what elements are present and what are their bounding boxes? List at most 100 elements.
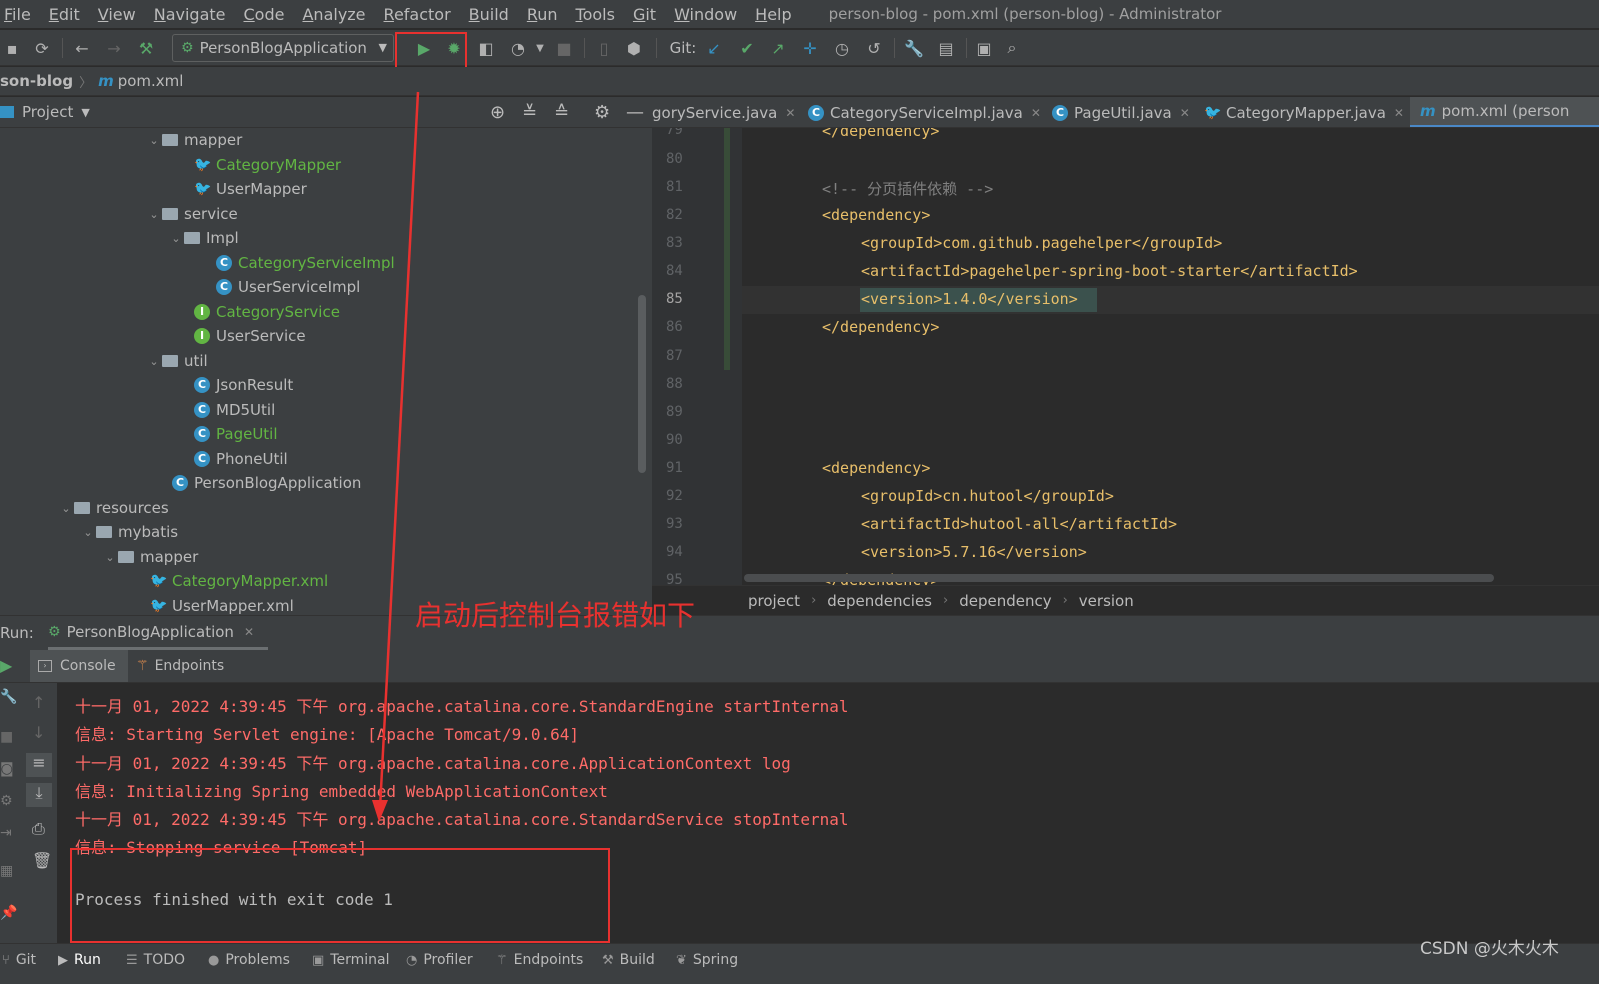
git-update-icon[interactable]: ↙ bbox=[704, 38, 724, 58]
profile-icon[interactable]: ◔ bbox=[508, 38, 528, 58]
menu-git[interactable]: Git bbox=[624, 5, 665, 24]
tool-build[interactable]: ⚒ Build bbox=[602, 950, 655, 970]
run-config-select[interactable]: ⚙ PersonBlogApplication ▼ bbox=[172, 34, 394, 62]
tree-item-user-service[interactable]: I UserService bbox=[194, 324, 306, 348]
menu-view[interactable]: View bbox=[89, 5, 145, 24]
tool-git[interactable]: ⑂ Git bbox=[2, 950, 36, 970]
close-icon[interactable]: ✕ bbox=[785, 106, 795, 120]
tree-item-user-mapper[interactable]: 🐦 UserMapper bbox=[194, 177, 307, 201]
sync-icon[interactable]: ⟳ bbox=[32, 38, 52, 58]
menu-analyze[interactable]: Analyze bbox=[293, 5, 374, 24]
chevron-down-icon[interactable]: ▼ bbox=[81, 106, 89, 119]
tab-category-service-impl[interactable]: C CategoryServiceImpl.java ✕ bbox=[808, 97, 1041, 127]
close-icon[interactable]: ✕ bbox=[1394, 106, 1404, 120]
search-icon[interactable]: ⌕ bbox=[1002, 38, 1022, 58]
tab-pom-xml[interactable]: m pom.xml (person bbox=[1410, 97, 1599, 127]
breadcrumb-file[interactable]: pom.xml bbox=[118, 72, 184, 90]
close-icon[interactable]: ✕ bbox=[1180, 106, 1190, 120]
hide-panel-icon[interactable]: — bbox=[626, 102, 644, 123]
tool-profiler[interactable]: ◔ Profiler bbox=[406, 950, 473, 970]
tree-item-md5-util[interactable]: C MD5Util bbox=[194, 398, 275, 422]
chevron-down-icon[interactable]: ⌄ bbox=[58, 502, 74, 515]
save-all-icon[interactable]: ▪ bbox=[2, 38, 22, 58]
expand-all-icon[interactable]: ≚ bbox=[522, 102, 537, 123]
tree-item-mapper[interactable]: ⌄ mapper bbox=[146, 128, 242, 152]
tab-page-util[interactable]: C PageUtil.java ✕ bbox=[1052, 97, 1190, 127]
menu-file[interactable]: File bbox=[0, 5, 40, 24]
menu-code[interactable]: Code bbox=[235, 5, 294, 24]
menu-navigate[interactable]: Navigate bbox=[145, 5, 235, 24]
tree-item-phone-util[interactable]: C PhoneUtil bbox=[194, 447, 288, 471]
build-hammer-icon[interactable]: ⚒ bbox=[136, 38, 156, 58]
chevron-down-icon[interactable]: ⌄ bbox=[168, 232, 184, 245]
git-push-icon[interactable]: ↗ bbox=[768, 38, 788, 58]
presentation-icon[interactable]: ▣ bbox=[974, 38, 994, 58]
menu-refactor[interactable]: Refactor bbox=[375, 5, 460, 24]
project-structure-icon[interactable]: ▤ bbox=[936, 38, 956, 58]
tree-item-json-result[interactable]: C JsonResult bbox=[194, 373, 293, 397]
git-merge-icon[interactable]: ✛ bbox=[800, 38, 820, 58]
menu-edit[interactable]: Edit bbox=[40, 5, 89, 24]
print-icon[interactable]: ⎙ bbox=[32, 819, 45, 839]
settings-wrench-icon[interactable]: 🔧 bbox=[904, 38, 924, 58]
tree-item-mybatis[interactable]: ⌄ mybatis bbox=[80, 520, 178, 544]
up-arrow-icon[interactable]: ↑ bbox=[32, 693, 45, 712]
tab-category-service[interactable]: goryService.java ✕ bbox=[652, 97, 795, 127]
menu-build[interactable]: Build bbox=[460, 5, 518, 24]
tree-item-category-mapper-xml[interactable]: 🐦 CategoryMapper.xml bbox=[150, 569, 328, 593]
tree-item-category-service[interactable]: I CategoryService bbox=[194, 300, 340, 324]
breadcrumb-project[interactable]: son-blog bbox=[0, 72, 73, 90]
scroll-to-end-icon[interactable]: ⤓ bbox=[26, 783, 52, 807]
rollback-icon[interactable]: ↺ bbox=[864, 38, 884, 58]
gear-icon[interactable]: ⚙ bbox=[594, 102, 610, 123]
project-panel-title[interactable]: Project bbox=[22, 103, 73, 121]
tool-todo[interactable]: ☰ TODO bbox=[126, 950, 185, 970]
code-editor[interactable]: 79 80 81 82 83 84 85 86 87 88 89 90 91 9… bbox=[652, 128, 1599, 585]
tool-spring[interactable]: ❦ Spring bbox=[676, 950, 738, 970]
tree-item-category-service-impl[interactable]: C CategoryServiceImpl bbox=[216, 251, 395, 275]
editor-horizontal-scrollbar[interactable] bbox=[744, 574, 1494, 582]
tool-problems[interactable]: ● Problems bbox=[208, 950, 290, 970]
tab-category-mapper[interactable]: 🐦 CategoryMapper.java ✕ bbox=[1204, 97, 1404, 127]
package-icon[interactable]: ⬢ bbox=[624, 38, 644, 58]
tree-item-impl[interactable]: ⌄ Impl bbox=[168, 226, 238, 250]
soft-wrap-icon[interactable]: ≡ bbox=[26, 753, 52, 777]
console-output[interactable]: 十一月 01, 2022 4:39:45 下午 org.apache.catal… bbox=[57, 683, 1599, 943]
tree-item-user-mapper-xml[interactable]: 🐦 UserMapper.xml bbox=[150, 594, 294, 615]
login-icon[interactable]: ⇥ bbox=[0, 825, 12, 841]
forward-icon[interactable]: → bbox=[104, 38, 124, 58]
tree-item-mapper-folder[interactable]: ⌄ mapper bbox=[102, 545, 198, 569]
coverage-icon[interactable]: ◧ bbox=[476, 38, 496, 58]
device-icon[interactable]: ▯ bbox=[594, 38, 614, 58]
tree-item-resources[interactable]: ⌄ resources bbox=[58, 496, 168, 520]
close-icon[interactable]: ✕ bbox=[1031, 106, 1041, 120]
chevron-down-icon[interactable]: ⌄ bbox=[146, 134, 162, 147]
chevron-down-icon[interactable]: ⌄ bbox=[146, 355, 162, 368]
menu-tools[interactable]: Tools bbox=[567, 5, 624, 24]
tab-endpoints[interactable]: ⚚ Endpoints bbox=[136, 650, 224, 682]
history-icon[interactable]: ◷ bbox=[832, 38, 852, 58]
tree-item-util[interactable]: ⌄ util bbox=[146, 349, 207, 373]
tree-item-service[interactable]: ⌄ service bbox=[146, 202, 237, 226]
rerun-icon[interactable]: ▶ bbox=[0, 656, 12, 675]
tool-endpoints[interactable]: ⚚ Endpoints bbox=[496, 950, 583, 970]
locate-icon[interactable]: ⊕ bbox=[490, 102, 505, 123]
down-arrow-icon[interactable]: ↓ bbox=[32, 723, 45, 742]
tool-terminal[interactable]: ▣ Terminal bbox=[312, 950, 389, 970]
tree-item-category-mapper[interactable]: 🐦 CategoryMapper bbox=[194, 153, 341, 177]
chevron-down-icon[interactable]: ⌄ bbox=[102, 551, 118, 564]
settings-icon[interactable]: ⚙ bbox=[0, 793, 13, 809]
camera-icon[interactable]: ◙ bbox=[0, 761, 14, 777]
trash-icon[interactable]: 🗑 bbox=[32, 851, 52, 870]
tree-item-page-util[interactable]: C PageUtil bbox=[194, 422, 278, 446]
tab-run-config[interactable]: ⚙ PersonBlogApplication ✕ bbox=[48, 616, 268, 650]
pin-icon[interactable]: 📌 bbox=[0, 905, 17, 921]
tab-console[interactable]: › Console bbox=[30, 650, 128, 682]
chevron-down-icon[interactable]: ⌄ bbox=[146, 208, 162, 221]
menu-run[interactable]: Run bbox=[518, 5, 567, 24]
layout-icon[interactable]: ▦ bbox=[0, 863, 13, 879]
crumb-dependencies[interactable]: dependencies bbox=[827, 592, 932, 610]
tree-item-user-service-impl[interactable]: C UserServiceImpl bbox=[216, 275, 360, 299]
crumb-dependency[interactable]: dependency bbox=[959, 592, 1051, 610]
tree-item-person-blog-application[interactable]: C PersonBlogApplication bbox=[172, 471, 361, 495]
